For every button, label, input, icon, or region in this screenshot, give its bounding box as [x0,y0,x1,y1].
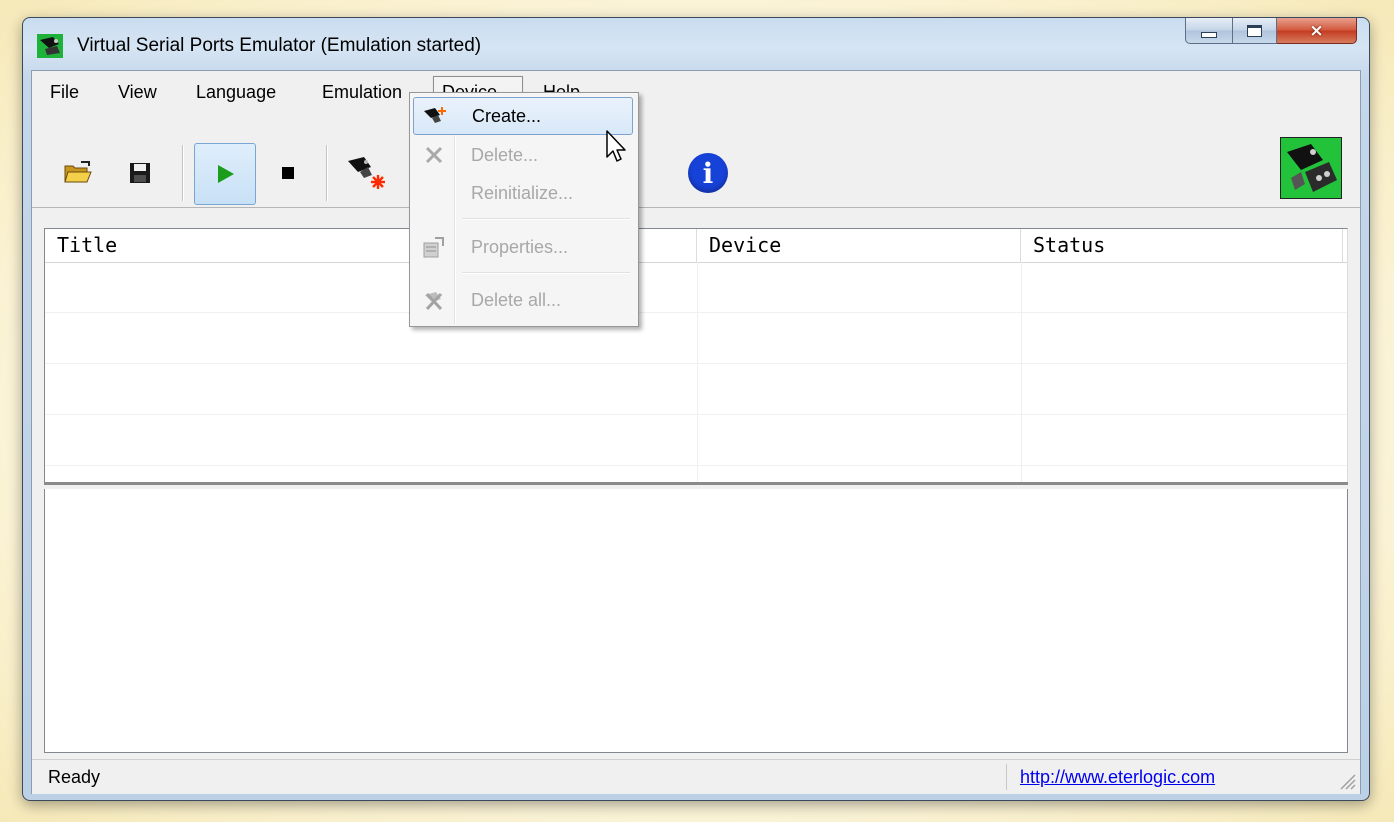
main-window: Virtual Serial Ports Emulator (Emulation… [22,17,1370,801]
menu-item-label: Create... [472,106,542,126]
menu-file[interactable]: File [42,79,87,105]
menu-item-label: Properties... [471,237,569,257]
device-menu-dropdown: Create... Delete... Reinitialize... Prop… [409,92,639,327]
delete-all-icon [425,292,443,311]
menu-item-label: Delete... [471,145,539,165]
table-row [45,262,1347,313]
menu-item-label: Reinitialize... [471,183,574,203]
play-icon [218,165,234,183]
status-bar: Ready http://www.eterlogic.com [32,759,1360,794]
device-list-header: Title Device Status [45,229,1347,263]
menu-language[interactable]: Language [188,79,284,105]
menu-item-label: Delete all... [471,290,562,310]
title-bar[interactable]: Virtual Serial Ports Emulator (Emulation… [23,18,1369,70]
stop-icon [282,167,294,179]
brand-logo [1280,137,1342,199]
mouse-cursor-icon [606,130,626,162]
serial-port-logo-icon [1281,138,1341,198]
toolbar: i [32,107,1360,208]
close-icon: × [1309,20,1324,41]
minimize-button[interactable] [1185,18,1233,44]
folder-open-icon [64,161,92,183]
menu-separator [462,272,630,274]
close-button[interactable]: × [1277,18,1357,44]
column-header-device[interactable]: Device [697,229,1021,262]
properties-icon [423,237,444,258]
save-button[interactable] [110,143,170,203]
save-icon [130,163,150,183]
app-icon [37,34,63,58]
toolbar-separator [182,145,184,201]
toolbar-separator [326,145,328,201]
create-device-icon [348,157,385,189]
menu-view[interactable]: View [110,79,165,105]
about-button[interactable]: i [678,143,738,203]
column-gridline [697,262,698,483]
log-panel[interactable] [44,489,1348,753]
column-header-status[interactable]: Status [1021,229,1343,262]
column-gridline [1021,262,1022,483]
device-list[interactable]: Title Device Status [44,228,1348,483]
menu-item-delete-all[interactable]: Delete all... [413,281,633,319]
create-device-icon [424,107,446,123]
maximize-icon [1247,24,1262,37]
status-divider [1006,764,1007,790]
client-area: File View Language Emulation Device Help [31,70,1361,794]
website-link[interactable]: http://www.eterlogic.com [1020,767,1215,788]
create-device-button[interactable] [336,143,396,203]
menu-item-delete[interactable]: Delete... [413,136,633,174]
window-title: Virtual Serial Ports Emulator (Emulation… [77,35,482,56]
info-icon: i [688,153,728,193]
table-row [45,364,1347,415]
start-emulation-button[interactable] [194,143,256,205]
table-row [45,313,1347,364]
menu-separator [462,218,630,220]
menu-bar: File View Language Emulation Device Help [32,71,1360,107]
table-row [45,415,1347,466]
menu-item-properties[interactable]: Properties... [413,228,633,266]
maximize-button[interactable] [1233,18,1277,44]
open-button[interactable] [48,143,108,203]
panel-splitter[interactable] [44,482,1348,489]
resize-grip-icon[interactable] [1338,772,1356,790]
delete-x-icon [425,146,443,164]
status-text: Ready [48,767,101,787]
menu-item-reinitialize[interactable]: Reinitialize... [413,174,633,212]
menu-emulation[interactable]: Emulation [314,79,410,105]
minimize-icon [1201,31,1217,38]
stop-emulation-button[interactable] [258,143,318,203]
menu-item-create[interactable]: Create... [413,97,633,135]
caption-buttons: × [1185,18,1357,46]
